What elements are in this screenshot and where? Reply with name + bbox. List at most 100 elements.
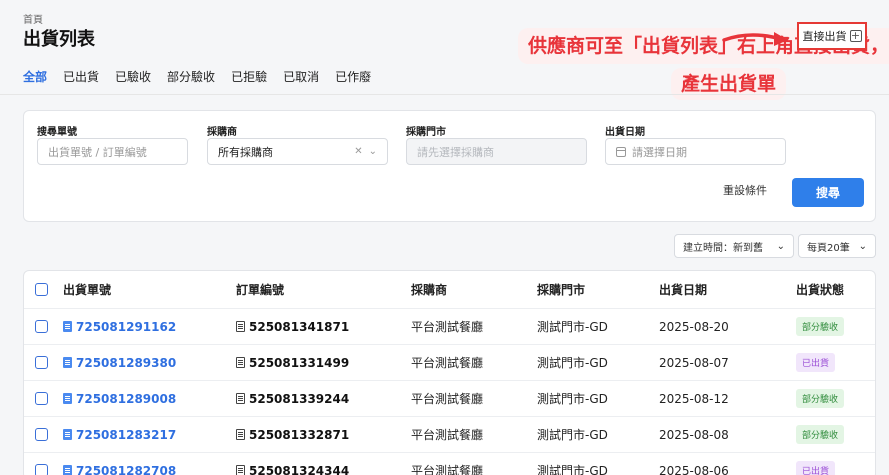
annotation-line-2: 產生出貨單 [671,68,787,100]
buyer-cell: 平台測試餐廳 [411,356,484,370]
page-title: 出貨列表 [23,29,95,50]
breadcrumb[interactable]: 首頁 [23,11,43,26]
tab-6[interactable]: 已作廢 [335,64,371,92]
ship-no-text: 725081291162 [76,319,177,334]
store-cell: 測試門市-GD [537,356,608,370]
chevron-down-icon: ⌄ [776,240,785,252]
sort-value: 建立時間：新到舊 [683,242,763,254]
tab-0[interactable]: 全部 [23,64,47,92]
buyer-cell: 平台測試餐廳 [411,428,484,442]
ship-no-link[interactable]: 725081289380 [63,345,176,380]
order-no-text: 525081341871 [249,319,350,334]
status-tabs: 全部 已出貨 已驗收 部分驗收 已拒驗 已取消 已作廢 [23,64,387,92]
document-icon [63,357,72,368]
order-no-text: 525081331499 [249,355,350,370]
store-cell: 測試門市-GD [537,320,608,334]
date-cell: 2025-08-07 [659,355,729,370]
search-placeholder: 出貨單號 / 訂單編號 [48,145,147,159]
tab-2[interactable]: 已驗收 [115,64,151,92]
filter-panel: 搜尋單號 出貨單號 / 訂單編號 採購商 所有採購商 ✕ ⌄ 採購門市 請先選擇採… [23,110,876,222]
ship-no-link[interactable]: 725081282708 [63,453,176,475]
document-icon [236,357,245,368]
ship-no-text: 725081283217 [76,427,177,442]
status-badge: 已出貨 [796,461,836,475]
document-icon [63,465,72,475]
date-picker[interactable]: 請選擇日期 [605,138,786,165]
document-icon [63,393,72,404]
shipment-table: 出貨單號 訂單編號 採購商 採購門市 出貨日期 出貨狀態 72508129116… [23,270,876,475]
direct-ship-button[interactable]: 直接出貨 + [797,22,867,50]
order-no: 525081341871 [236,309,349,344]
document-icon [63,429,72,440]
table-row: 725081283217 525081332871 平台測試餐廳 測試門市-GD… [24,417,875,453]
document-icon [63,321,72,332]
page-size-select[interactable]: 每頁20筆 ⌄ [798,234,876,258]
sort-select[interactable]: 建立時間：新到舊 ⌄ [674,234,794,258]
page-size-value: 每頁20筆 [807,242,850,254]
search-label: 搜尋單號 [37,127,77,138]
row-checkbox[interactable] [35,464,48,475]
date-placeholder: 請選擇日期 [632,145,687,159]
annotation-arrow-icon [722,32,788,46]
row-checkbox[interactable] [35,356,48,369]
buyer-cell: 平台測試餐廳 [411,464,484,475]
table-row: 725081291162 525081341871 平台測試餐廳 測試門市-GD… [24,309,875,345]
row-checkbox[interactable] [35,392,48,405]
ship-no-link[interactable]: 725081289008 [63,381,176,416]
store-placeholder: 請先選擇採購商 [417,145,494,159]
order-no-text: 525081324344 [249,463,350,475]
plus-square-icon: + [849,29,862,42]
col-ship-no: 出貨單號 [63,283,112,297]
reset-button[interactable]: 重設條件 [723,182,767,198]
tab-3[interactable]: 部分驗收 [167,64,215,92]
order-no: 525081331499 [236,345,349,380]
chevron-down-icon: ⌄ [368,146,377,157]
row-checkbox[interactable] [35,428,48,441]
buyer-value: 所有採購商 [218,145,273,159]
store-cell: 測試門市-GD [537,428,608,442]
table-row: 725081289008 525081339244 平台測試餐廳 測試門市-GD… [24,381,875,417]
search-input[interactable]: 出貨單號 / 訂單編號 [37,138,188,165]
row-checkbox[interactable] [35,320,48,333]
order-no: 525081339244 [236,381,349,416]
table-header: 出貨單號 訂單編號 採購商 採購門市 出貨日期 出貨狀態 [24,271,875,309]
tab-1[interactable]: 已出貨 [63,64,99,92]
order-no-text: 525081332871 [249,427,350,442]
store-label: 採購門市 [406,127,446,138]
buyer-label: 採購商 [207,127,237,138]
tab-5[interactable]: 已取消 [283,64,319,92]
ship-no-text: 725081289008 [76,391,177,406]
search-button[interactable]: 搜尋 [792,178,864,207]
status-badge: 部分驗收 [796,425,845,444]
document-icon [236,393,245,404]
date-cell: 2025-08-06 [659,463,729,475]
store-select[interactable]: 請先選擇採購商 [406,138,587,165]
store-cell: 測試門市-GD [537,392,608,406]
date-label: 出貨日期 [605,127,645,138]
document-icon [236,429,245,440]
tab-4[interactable]: 已拒驗 [231,64,267,92]
clear-icon[interactable]: ✕ [354,146,362,157]
ship-no-link[interactable]: 725081283217 [63,417,176,452]
store-cell: 測試門市-GD [537,464,608,475]
table-row: 725081289380 525081331499 平台測試餐廳 測試門市-GD… [24,345,875,381]
document-icon [236,321,245,332]
select-all-checkbox[interactable] [35,283,48,296]
buyer-select[interactable]: 所有採購商 ✕ ⌄ [207,138,388,165]
ship-no-link[interactable]: 725081291162 [63,309,176,344]
document-icon [236,465,245,475]
date-cell: 2025-08-12 [659,391,729,406]
chevron-down-icon: ⌄ [858,240,867,252]
status-badge: 已出貨 [796,353,836,372]
col-status: 出貨狀態 [796,283,845,297]
page: 首頁 出貨列表 供應商可至「出貨列表」右上角直接出貨， 產生出貨單 直接出貨 +… [0,0,889,475]
direct-ship-label: 直接出貨 [802,30,847,43]
buyer-cell: 平台測試餐廳 [411,320,484,334]
col-store: 採購門市 [537,283,586,297]
col-buyer: 採購商 [411,283,448,297]
col-date: 出貨日期 [659,283,708,297]
order-no: 525081332871 [236,417,349,452]
divider [0,94,889,95]
status-badge: 部分驗收 [796,389,845,408]
date-cell: 2025-08-08 [659,427,729,442]
